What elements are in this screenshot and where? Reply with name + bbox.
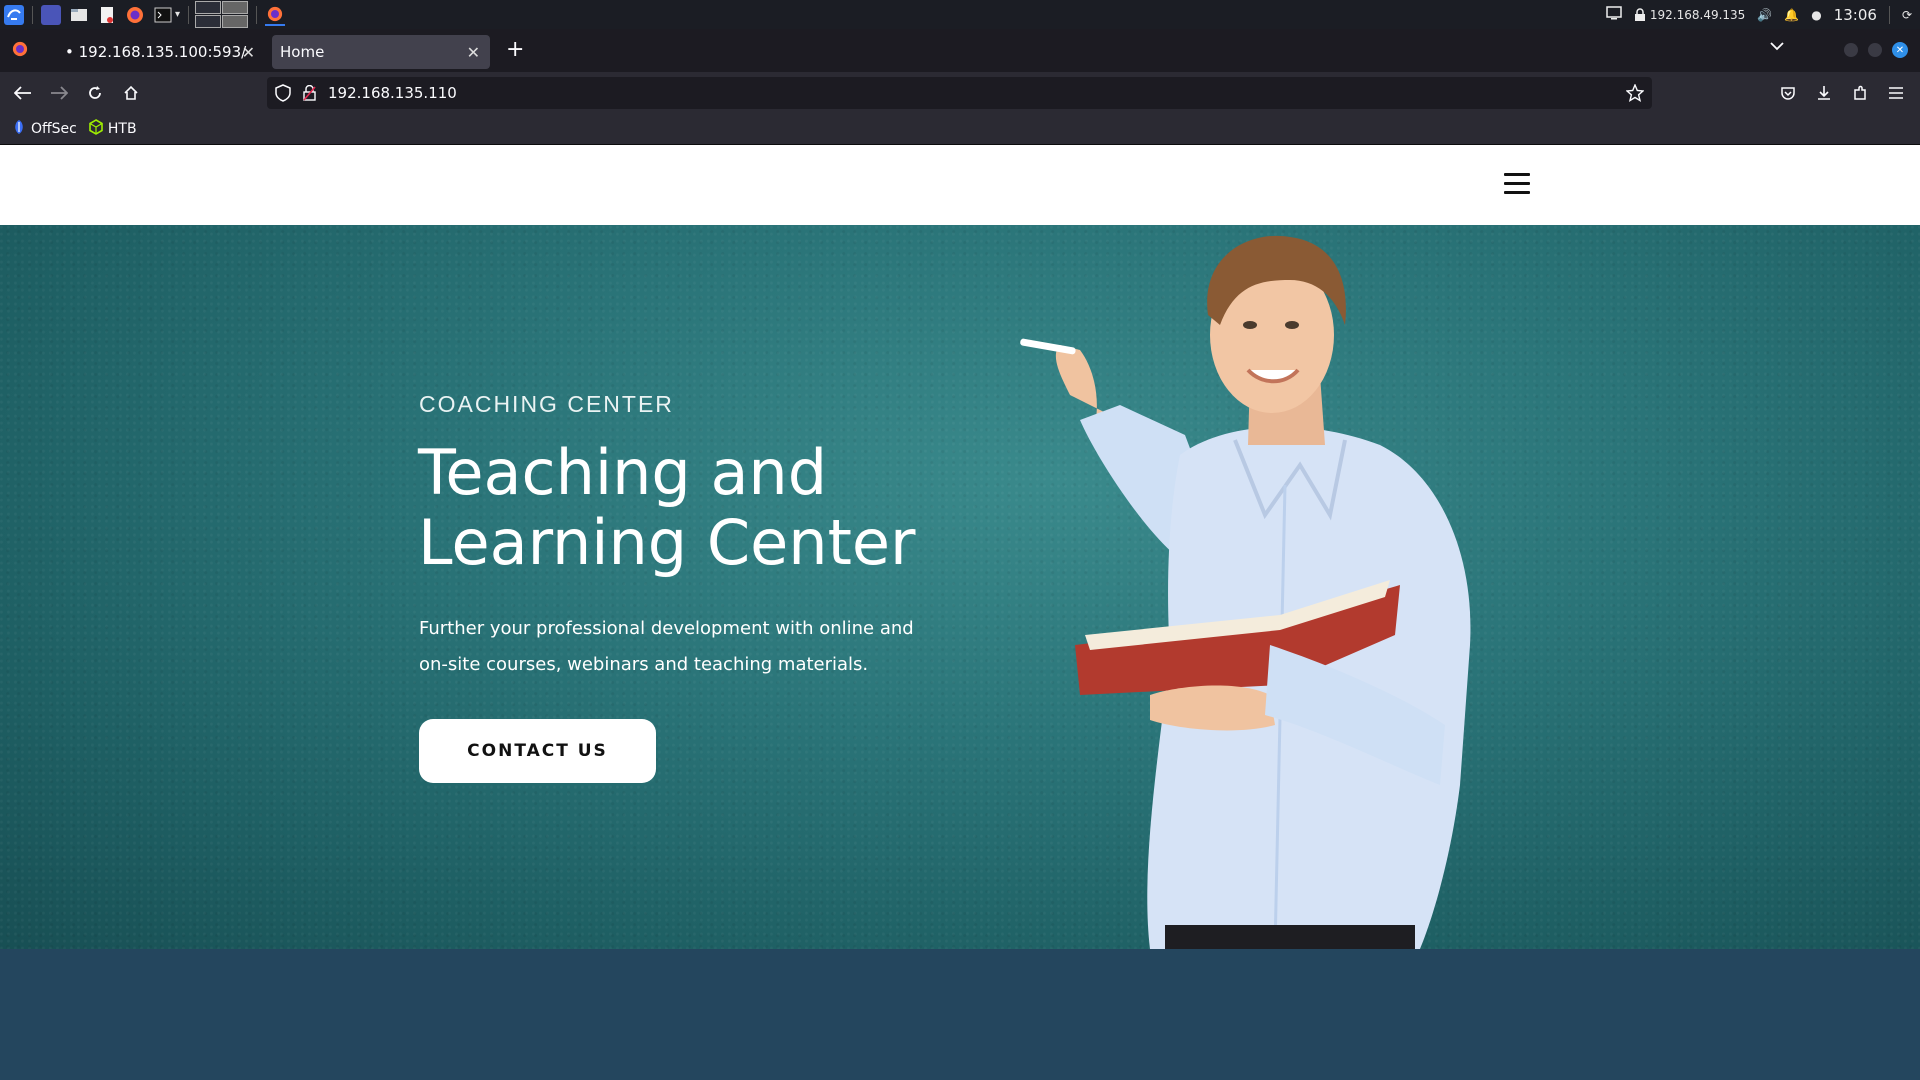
hero-section: COACHING CENTER Teaching and Learning Ce… xyxy=(0,225,1920,949)
tracking-shield-icon[interactable] xyxy=(275,84,291,106)
firefox-window-icon[interactable] xyxy=(265,4,286,26)
tab-port-593[interactable]: • 192.168.135.100:593/ ✕ xyxy=(55,35,265,69)
new-tab-plus-icon[interactable]: + xyxy=(506,37,524,62)
close-icon[interactable]: ✕ xyxy=(242,43,255,62)
hero-description: Further your professional development wi… xyxy=(419,618,914,675)
hero-headline: Teaching and Learning Center xyxy=(418,438,938,578)
home-icon[interactable] xyxy=(120,82,142,104)
taskbar-separator xyxy=(256,5,258,24)
hamburger-menu-icon[interactable] xyxy=(1504,173,1530,197)
kali-menu-icon[interactable] xyxy=(4,4,24,25)
terminal-icon[interactable] xyxy=(153,5,173,25)
clock[interactable]: 13:06 xyxy=(1834,6,1877,24)
bookmarks-toolbar: OffSec HTB xyxy=(0,114,1920,145)
insecure-lock-icon[interactable] xyxy=(303,84,316,105)
workspace-3[interactable] xyxy=(195,15,222,28)
firefox-launcher-icon[interactable] xyxy=(125,5,145,25)
list-all-tabs-chevron-icon[interactable] xyxy=(1770,39,1784,55)
tab-label: • 192.168.135.100:593/ xyxy=(65,43,247,61)
left-eye xyxy=(1243,321,1257,329)
workspace-1[interactable] xyxy=(195,1,222,14)
taskbar-separator xyxy=(32,5,33,24)
firefox-view-icon[interactable] xyxy=(12,41,28,61)
chevron-down-icon[interactable]: ▾ xyxy=(175,9,180,20)
minimize-window-button[interactable] xyxy=(1844,43,1858,57)
tab-home[interactable]: Home ✕ xyxy=(272,35,490,69)
right-eye xyxy=(1285,321,1299,329)
bookmark-label: HTB xyxy=(107,121,137,137)
hero-eyebrow: COACHING CENTER xyxy=(419,391,674,417)
bookmark-star-icon[interactable] xyxy=(1625,83,1645,106)
taskbar-separator xyxy=(188,5,190,24)
workspace-4[interactable] xyxy=(222,15,249,28)
app-menu-icon[interactable] xyxy=(1885,82,1907,104)
site-header xyxy=(0,145,1920,225)
contact-us-button[interactable]: CONTACT US xyxy=(419,719,656,783)
network-ip-label: 192.168.49.135 xyxy=(1649,7,1746,22)
workspace-2[interactable] xyxy=(222,1,249,14)
extensions-icon[interactable] xyxy=(1849,82,1871,104)
belt xyxy=(1165,925,1415,949)
holding-hand xyxy=(1150,685,1275,731)
tab-label: Home xyxy=(280,43,325,61)
vpn-lock-icon[interactable]: 192.168.49.135 xyxy=(1634,8,1745,22)
close-window-button[interactable]: ✕ xyxy=(1892,42,1908,58)
headline-line-2: Learning Center xyxy=(418,506,916,579)
forward-arrow-icon[interactable] xyxy=(48,82,70,104)
power-status-icon[interactable]: ● xyxy=(1811,8,1821,22)
notification-bell-icon[interactable]: 🔔 xyxy=(1784,8,1799,22)
url-text[interactable]: 192.168.135.110 xyxy=(328,84,457,102)
bookmark-htb[interactable]: HTB xyxy=(89,119,137,139)
screen-icon[interactable] xyxy=(1606,6,1622,23)
chalkboard-texture xyxy=(0,225,1920,949)
file-manager-icon[interactable] xyxy=(69,5,89,25)
next-section-band xyxy=(0,949,1920,1080)
volume-icon[interactable]: 🔊 xyxy=(1757,8,1772,22)
reload-icon[interactable] xyxy=(84,82,106,104)
desktop-icon[interactable] xyxy=(41,4,61,25)
headline-line-1: Teaching and xyxy=(418,436,828,509)
teacher-photo xyxy=(1020,235,1471,949)
close-icon[interactable]: ✕ xyxy=(467,43,480,62)
maximize-window-button[interactable] xyxy=(1868,43,1882,57)
pocket-icon[interactable] xyxy=(1777,82,1799,104)
downloads-icon[interactable] xyxy=(1813,82,1835,104)
htb-cube-icon xyxy=(89,119,103,139)
text-editor-icon[interactable] xyxy=(97,5,117,25)
workspace-switcher[interactable] xyxy=(195,1,249,28)
back-arrow-icon[interactable] xyxy=(12,82,34,104)
bookmark-offsec[interactable]: OffSec xyxy=(12,119,77,139)
browser-tab-strip: • 192.168.135.100:593/ ✕ Home ✕ + ✕ xyxy=(0,29,1920,72)
chalk xyxy=(1020,338,1076,355)
offsec-icon xyxy=(12,119,26,139)
taskbar-separator xyxy=(1888,5,1890,24)
os-taskbar: ▾ 192.168.49.135 🔊 🔔 ● 13:06 ⟳ xyxy=(0,0,1920,29)
url-bar[interactable]: 192.168.135.110 xyxy=(267,77,1652,109)
bookmark-label: OffSec xyxy=(31,121,77,137)
refresh-session-icon[interactable]: ⟳ xyxy=(1902,8,1912,22)
browser-toolbar: 192.168.135.110 xyxy=(0,72,1920,114)
